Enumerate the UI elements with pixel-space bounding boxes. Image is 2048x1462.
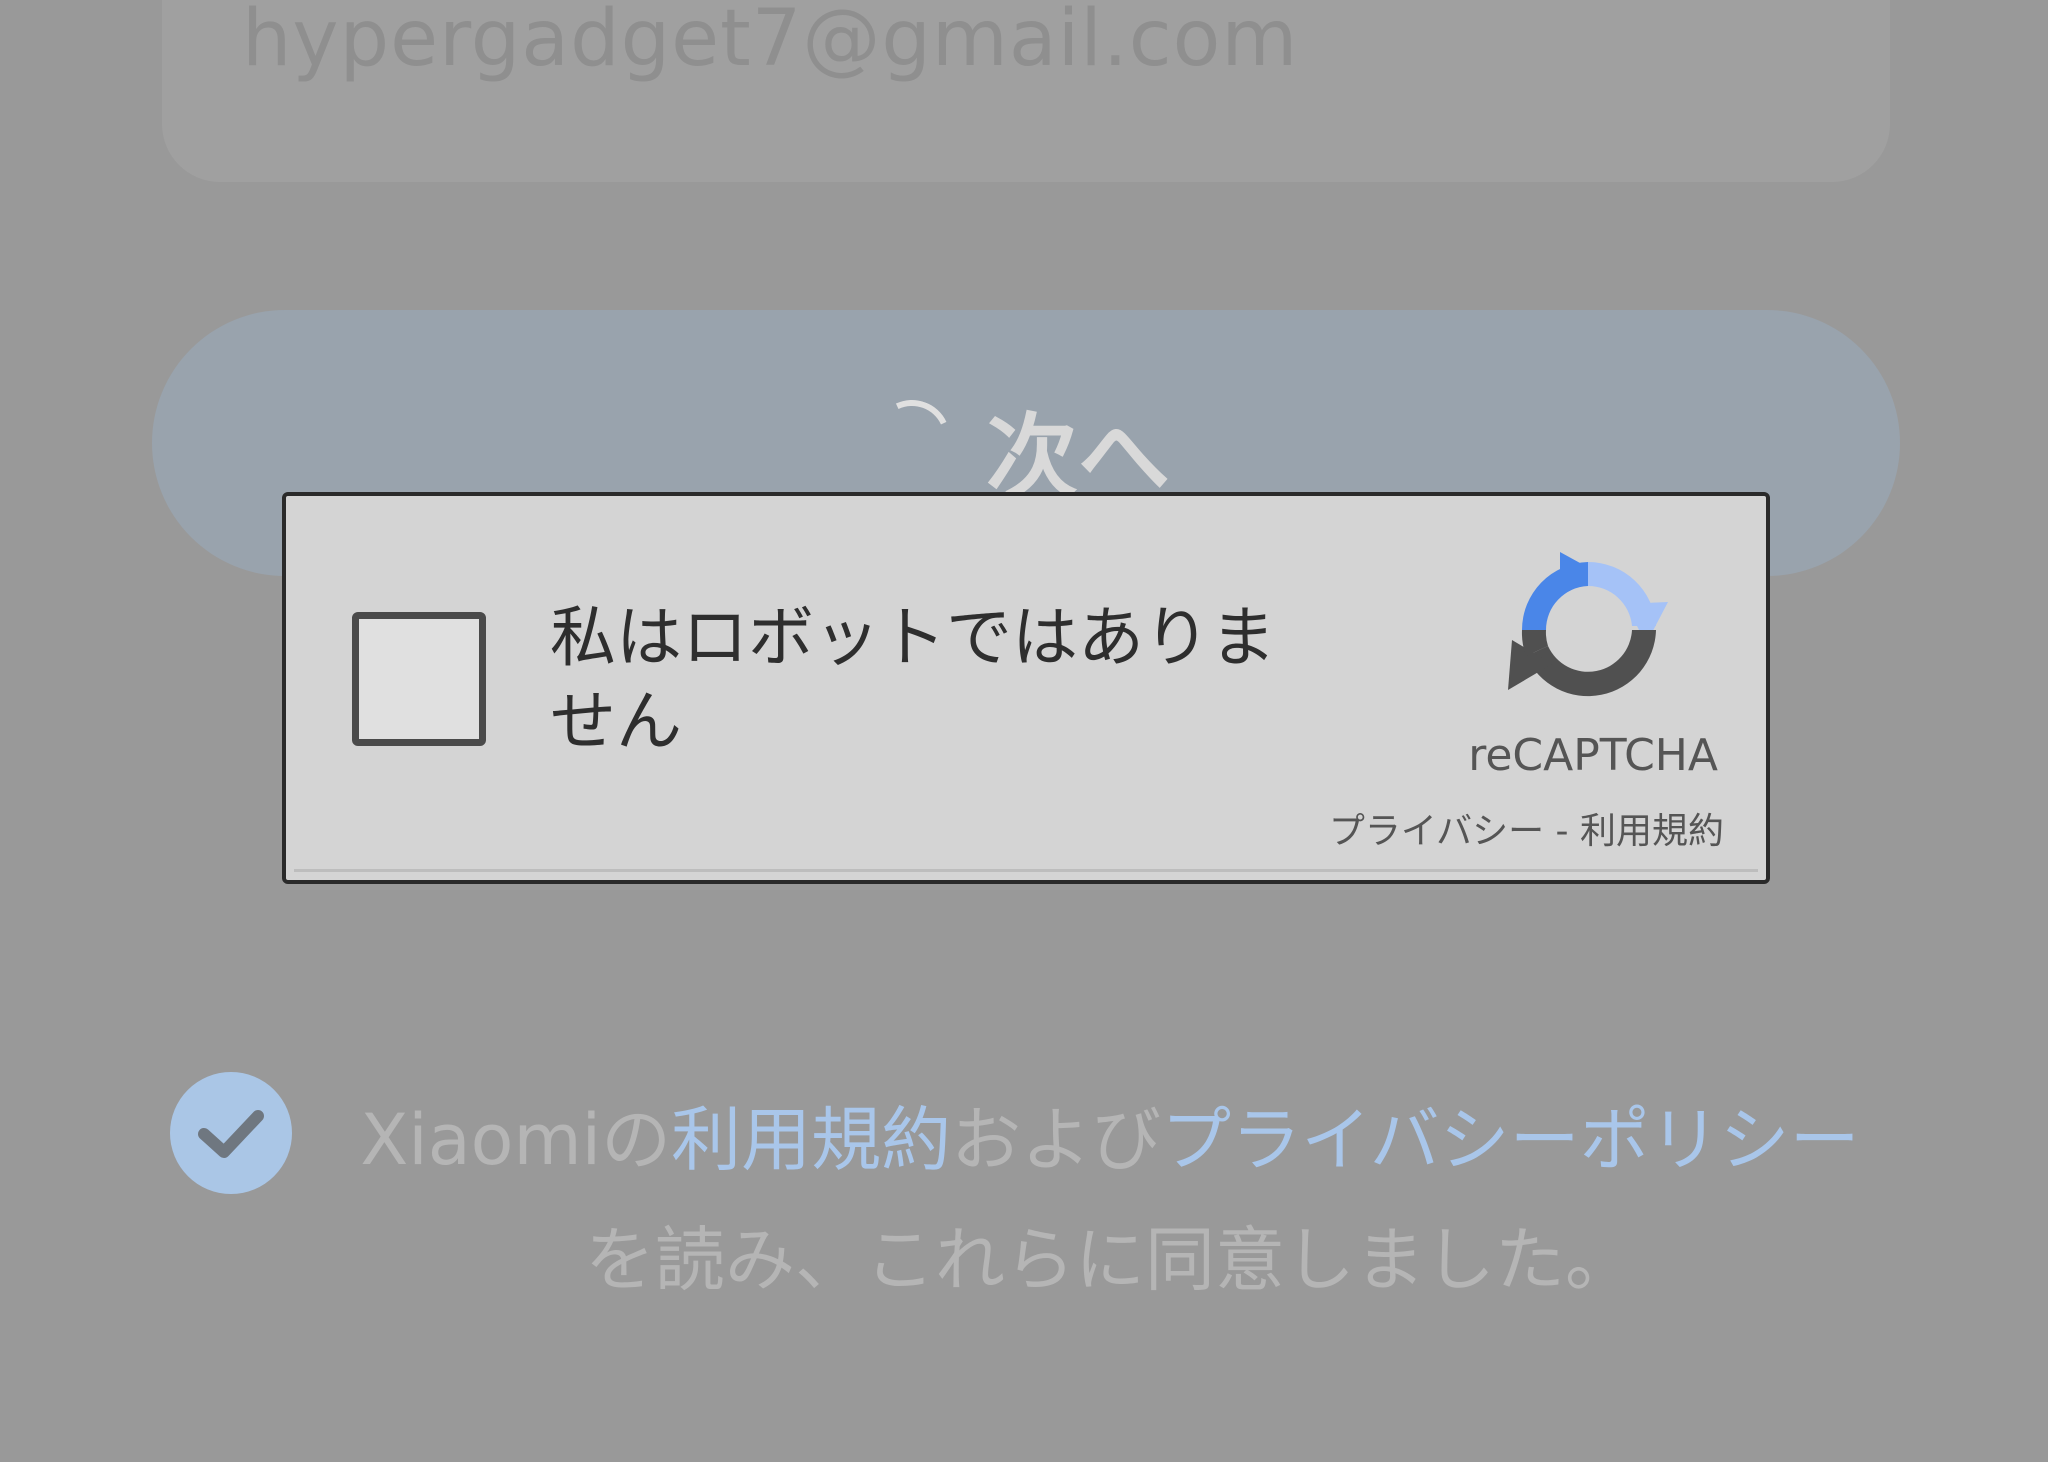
recaptcha-checkbox[interactable] bbox=[352, 612, 486, 746]
dimmed-login-page: hypergadget7@gmail.com 次へ Xiaomiの利用規約および… bbox=[0, 0, 2048, 1462]
agreement-text: Xiaomiの利用規約およびプライバシーポリシーを読み、これらに同意しました。 bbox=[330, 1080, 1890, 1320]
agreement-suffix: を読み、これらに同意しました。 bbox=[585, 1219, 1635, 1301]
recaptcha-footer-links: プライバシー - 利用規約 bbox=[1329, 802, 1724, 854]
recaptcha-logo-icon bbox=[1508, 552, 1668, 697]
recaptcha-widget: 私はロボットではありません reCAPTCHA プライバシー - 利用規約 bbox=[282, 492, 1770, 884]
terms-of-use-link[interactable]: 利用規約 bbox=[671, 1099, 951, 1181]
agreement-conjunction: および bbox=[951, 1099, 1162, 1181]
agreement-prefix: Xiaomiの bbox=[360, 1099, 672, 1181]
recaptcha-privacy-link[interactable]: プライバシー bbox=[1329, 811, 1544, 852]
email-field[interactable]: hypergadget7@gmail.com bbox=[162, 0, 1890, 182]
recaptcha-terms-link[interactable]: 利用規約 bbox=[1580, 811, 1724, 852]
recaptcha-brand: reCAPTCHA bbox=[1468, 730, 1718, 781]
recaptcha-label: 私はロボットではありません bbox=[550, 599, 1276, 760]
recaptcha-links-separator: - bbox=[1544, 811, 1580, 852]
recaptcha-divider bbox=[294, 869, 1758, 872]
agree-checkbox[interactable] bbox=[170, 1072, 292, 1194]
privacy-policy-link[interactable]: プライバシーポリシー bbox=[1161, 1099, 1860, 1181]
checkmark-icon bbox=[198, 1110, 264, 1158]
email-value: hypergadget7@gmail.com bbox=[242, 0, 1299, 84]
